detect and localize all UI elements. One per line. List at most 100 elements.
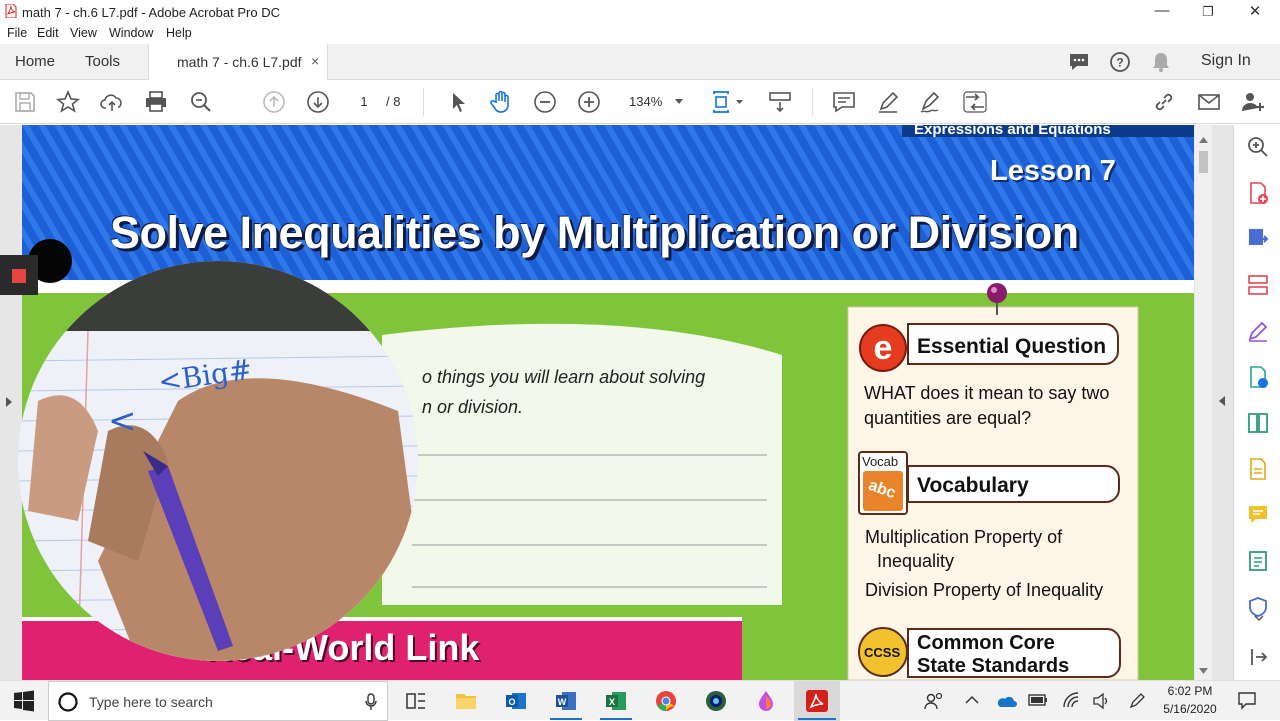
edit-pdf-icon[interactable]: [1246, 319, 1270, 343]
scroll-mode-icon[interactable]: [767, 89, 793, 115]
scroll-up-icon[interactable]: [1199, 137, 1208, 143]
battery-icon[interactable]: [1028, 693, 1048, 707]
comment-tool-icon[interactable]: [1246, 503, 1270, 527]
tab-close-button[interactable]: ×: [311, 53, 319, 69]
window-title: math 7 - ch.6 L7.pdf - Adobe Acrobat Pro…: [22, 5, 280, 20]
tab-home[interactable]: Home: [15, 53, 55, 70]
fill-sign-icon[interactable]: [1246, 457, 1270, 481]
clock-date[interactable]: 5/16/2020: [1158, 702, 1222, 716]
menu-window[interactable]: Window: [109, 26, 153, 40]
tab-document[interactable]: math 7 - ch.6 L7.pdf ×: [148, 44, 328, 80]
scroll-down-icon[interactable]: [1199, 668, 1208, 674]
volume-icon[interactable]: [1092, 692, 1110, 710]
notification-bell-icon[interactable]: [1151, 51, 1171, 73]
camera-app-icon[interactable]: [704, 689, 728, 713]
webcam-video-frame: [18, 261, 418, 661]
window-titlebar: math 7 - ch.6 L7.pdf - Adobe Acrobat Pro…: [0, 0, 1280, 24]
collapse-panel-icon[interactable]: [1246, 645, 1270, 669]
toolbar-divider: [812, 88, 813, 116]
next-page-icon[interactable]: [305, 89, 331, 115]
minimize-button[interactable]: —: [1152, 2, 1172, 19]
chevron-down-icon: [675, 99, 683, 104]
word-icon[interactable]: W: [554, 689, 578, 713]
vocab-badge-label: Vocab: [862, 454, 899, 469]
acrobat-taskbar-button[interactable]: [794, 681, 840, 721]
hand-tool-icon[interactable]: [488, 89, 514, 115]
zoom-in-icon[interactable]: [576, 89, 602, 115]
file-explorer-icon[interactable]: [454, 689, 478, 713]
vertical-scrollbar[interactable]: [1195, 125, 1212, 680]
restore-button[interactable]: ❐: [1198, 4, 1218, 20]
menu-view[interactable]: View: [70, 26, 97, 40]
sign-pen-icon[interactable]: [918, 89, 944, 115]
taskbar-search-box[interactable]: Type here to search: [48, 681, 388, 721]
people-icon[interactable]: [922, 689, 946, 713]
send-for-review-icon[interactable]: [1246, 365, 1270, 389]
excel-icon[interactable]: X: [604, 689, 628, 713]
menu-edit[interactable]: Edit: [37, 26, 59, 40]
zoom-out-icon[interactable]: [532, 89, 558, 115]
outlook-icon[interactable]: O: [504, 689, 528, 713]
export-pdf-icon[interactable]: [1246, 227, 1270, 251]
windows-taskbar: Type here to search O W X 6:02 PM 5/16/2…: [0, 680, 1280, 721]
add-comment-icon[interactable]: [831, 89, 857, 115]
page-total: / 8: [386, 94, 401, 109]
left-panel-toggle-icon[interactable]: [5, 397, 13, 407]
zoom-level-select[interactable]: 134%: [620, 91, 688, 113]
show-hidden-icons-icon[interactable]: [965, 695, 979, 705]
print-production-icon[interactable]: [1246, 549, 1270, 573]
wifi-icon[interactable]: [1062, 691, 1080, 709]
record-stop-icon: [12, 269, 26, 283]
document-viewport[interactable]: Expressions and Equations Lesson 7 Solve…: [0, 125, 1233, 680]
help-icon[interactable]: ?: [1109, 51, 1131, 73]
toolbar-divider: [423, 88, 424, 116]
compare-files-icon[interactable]: [1246, 411, 1270, 435]
save-icon[interactable]: [12, 89, 38, 115]
clock-time[interactable]: 6:02 PM: [1160, 684, 1220, 698]
sign-in-link[interactable]: Sign In: [1201, 52, 1251, 70]
acrobat-icon: [806, 690, 828, 712]
select-arrow-icon[interactable]: [445, 89, 471, 115]
menu-help[interactable]: Help: [166, 26, 192, 40]
add-user-icon[interactable]: [1240, 89, 1266, 115]
create-pdf-icon[interactable]: [1246, 181, 1270, 205]
link-share-icon[interactable]: [1151, 89, 1177, 115]
close-window-button[interactable]: ✕: [1245, 2, 1265, 20]
fit-page-icon[interactable]: [710, 89, 746, 115]
upload-cloud-icon[interactable]: [99, 89, 125, 115]
right-tools-panel: [1233, 125, 1280, 680]
zoom-search-icon[interactable]: [188, 89, 214, 115]
tab-tools[interactable]: Tools: [85, 53, 120, 70]
highlight-pen-icon[interactable]: [875, 89, 901, 115]
previous-page-icon[interactable]: [261, 89, 287, 115]
right-panel-toggle-icon[interactable]: [1218, 396, 1226, 406]
panel-scroll-down-icon[interactable]: [1254, 615, 1264, 622]
organize-pages-icon[interactable]: [1246, 273, 1270, 297]
windows-start-icon[interactable]: [12, 689, 36, 713]
menu-file[interactable]: File: [7, 26, 27, 40]
essential-question-heading: Essential Question: [917, 335, 1107, 358]
scrollbar-thumb[interactable]: [1199, 151, 1208, 173]
share-send-icon[interactable]: [962, 89, 988, 115]
pen-ink-icon[interactable]: [1128, 692, 1146, 710]
vocab-item1-line1: Multiplication Property of: [865, 527, 1063, 547]
intro-text-line1: o things you will learn about solving: [422, 367, 706, 387]
chrome-icon[interactable]: [654, 689, 678, 713]
email-icon[interactable]: [1196, 89, 1222, 115]
recording-indicator[interactable]: [0, 255, 38, 295]
essential-question-header: Essential Question: [907, 323, 1119, 365]
microphone-icon[interactable]: [365, 693, 377, 711]
comments-icon[interactable]: [1068, 52, 1090, 72]
ccss-header: Common Core State Standards: [907, 628, 1121, 678]
action-center-icon[interactable]: [1237, 690, 1257, 710]
svg-text:X: X: [609, 697, 615, 707]
zoom-search-icon[interactable]: [1246, 135, 1270, 159]
task-view-icon[interactable]: [404, 689, 428, 713]
print-icon[interactable]: [143, 89, 169, 115]
paint-drop-icon[interactable]: [754, 689, 778, 713]
ccss-badge-label: CCSS: [864, 645, 901, 660]
onedrive-cloud-icon[interactable]: [995, 693, 1017, 709]
page-number-input[interactable]: 1: [346, 91, 382, 113]
tab-bar: Home Tools math 7 - ch.6 L7.pdf × ? Sign…: [0, 44, 1280, 80]
bookmark-star-icon[interactable]: [55, 89, 81, 115]
